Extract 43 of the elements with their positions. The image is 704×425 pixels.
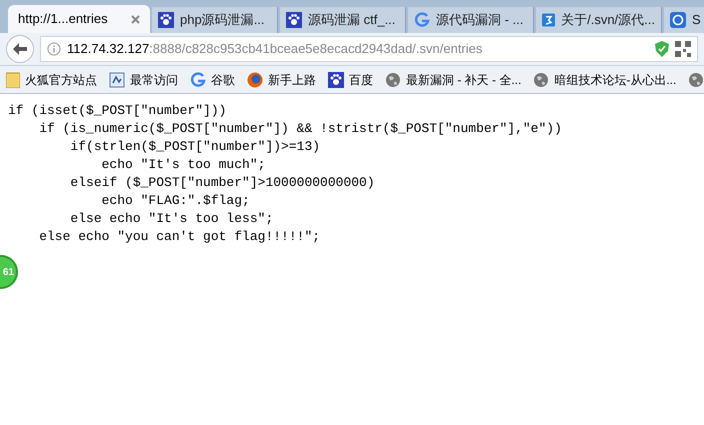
code-line: elseif ($_POST["number"]>1000000000000): [69, 174, 375, 192]
bookmark-item[interactable]: 最常访问: [109, 70, 178, 88]
number-three-icon: [542, 12, 556, 28]
address-field[interactable]: 112.74.32.127:8888/c828c953cb41bceae5e8ecacd2943dad/.svn/entries: [40, 36, 698, 62]
google-g-icon: [190, 72, 206, 88]
back-arrow-icon: [13, 43, 27, 55]
bookmark-item[interactable]: [688, 72, 704, 88]
swirl-icon: [670, 12, 686, 28]
browser-tab[interactable]: 源码泄漏 ctf_...: [280, 7, 406, 33]
back-button[interactable]: [6, 35, 34, 63]
browser-tab[interactable]: 源代码漏洞 - ...: [408, 7, 534, 33]
bookmark-item[interactable]: 最新漏洞 - 补天 - 全...: [385, 70, 522, 88]
google-g-icon: [414, 12, 430, 28]
fox-globe-icon: [247, 72, 263, 88]
bookmark-item[interactable]: 火狐官方站点: [6, 70, 97, 88]
qr-code-icon[interactable]: [675, 41, 691, 57]
browser-tab[interactable]: http://1...entries: [8, 5, 150, 33]
code-line: if(strlen($_POST["number"])>=13): [69, 138, 320, 156]
code-line: else echo "you can't got flag!!!!!";: [38, 228, 320, 246]
code-line: echo "It's too much";: [100, 156, 266, 174]
browser-tab[interactable]: php源码泄漏...: [152, 7, 278, 33]
paw-icon: [158, 12, 174, 28]
code-line: echo "FLAG:".$flag;: [100, 192, 250, 210]
shield-icon: [655, 41, 669, 57]
bookmark-item[interactable]: 新手上路: [247, 70, 316, 88]
code-line: if (is_numeric($_POST["number"]) && !stristr($_POST["number"],"e")): [38, 120, 562, 138]
bookmark-item[interactable]: 谷歌: [190, 70, 235, 88]
folder-icon: [6, 72, 20, 88]
paw-icon: [286, 12, 302, 28]
globe-icon: [688, 72, 704, 88]
paw-icon: [328, 72, 344, 88]
globe-icon: [385, 72, 401, 88]
globe-icon: [533, 72, 550, 88]
info-icon: [47, 42, 61, 56]
url-text: 112.74.32.127:8888/c828c953cb41bceae5e8ecacd2943dad/.svn/entries: [67, 40, 484, 58]
code-line: else echo "It's too less";: [69, 210, 274, 228]
bookmark-item[interactable]: 百度: [328, 70, 373, 88]
browser-tab[interactable]: 关于/.svn/源代...: [536, 7, 662, 33]
browser-tab[interactable]: S: [664, 7, 704, 33]
code-line: if (isset($_POST["number"])): [8, 102, 226, 120]
page-icon: [109, 72, 125, 88]
close-icon[interactable]: [131, 14, 140, 24]
bookmark-item[interactable]: 暗组技术论坛-从心出...: [533, 70, 676, 88]
